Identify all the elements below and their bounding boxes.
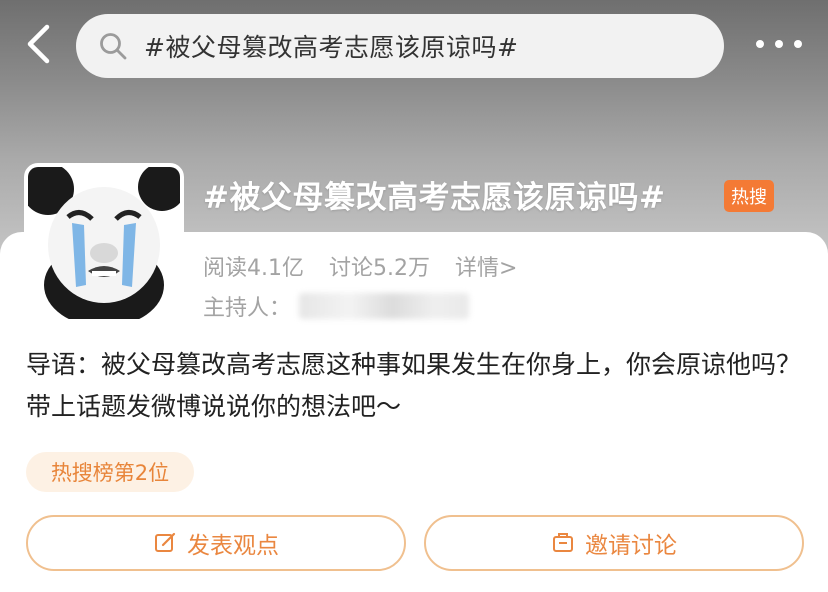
topic-intro: 导语：被父母篡改高考志愿这种事如果发生在你身上，你会原谅他吗？带上话题发微博说说…	[26, 350, 802, 421]
details-link[interactable]: 详情>	[455, 256, 517, 281]
topic-title: #被父母篡改高考志愿该原谅吗#	[203, 180, 666, 216]
dot	[756, 40, 764, 48]
topic-avatar	[24, 163, 184, 323]
discussion-count: 讨论5.2万	[329, 256, 430, 281]
back-button[interactable]	[16, 22, 60, 66]
hot-search-badge: 热搜	[724, 180, 774, 212]
host-name-redacted	[299, 293, 470, 319]
back-arrow-icon	[27, 24, 50, 64]
invite-icon	[551, 531, 575, 555]
host-label: 主持人：	[203, 296, 292, 321]
post-opinion-button[interactable]: 发表观点	[26, 515, 406, 571]
search-query: #被父母篡改高考志愿该原谅吗#	[144, 33, 519, 62]
search-bar[interactable]: #被父母篡改高考志愿该原谅吗#	[76, 14, 724, 78]
dot	[775, 40, 783, 48]
post-opinion-label: 发表观点	[187, 533, 279, 559]
hot-rank-tag[interactable]: 热搜榜第2位	[26, 452, 194, 492]
invite-discussion-button[interactable]: 邀请讨论	[424, 515, 804, 571]
read-count: 阅读4.1亿	[203, 256, 304, 281]
search-icon	[96, 29, 130, 63]
topic-host: 主持人：	[203, 290, 470, 322]
more-dots-icon[interactable]	[756, 30, 802, 58]
invite-discussion-label: 邀请讨论	[585, 533, 677, 559]
dot	[794, 40, 802, 48]
topic-stats: 阅读4.1亿 讨论5.2万 详情>	[203, 250, 535, 282]
edit-icon	[153, 531, 177, 555]
crying-panda-image	[28, 167, 180, 319]
